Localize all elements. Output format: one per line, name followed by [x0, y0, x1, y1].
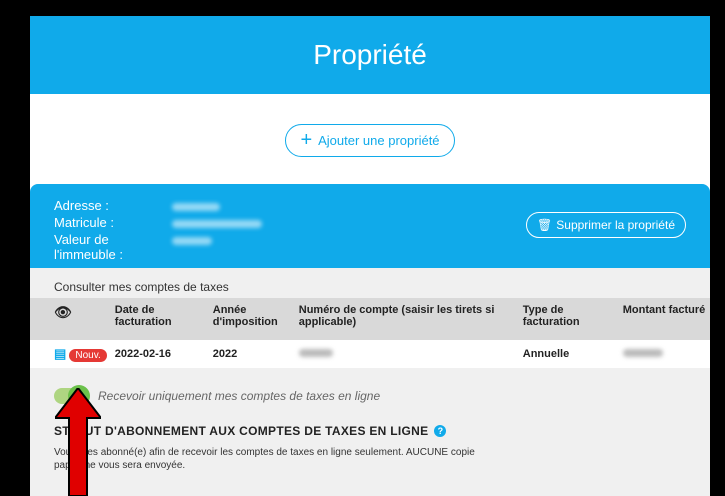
table-row[interactable]: ▤ Nouv. 2022-02-16 2022 Annuelle — [30, 340, 710, 368]
address-label: Adresse : — [54, 198, 109, 213]
eye-icon: 👁 — [54, 304, 72, 320]
matricule-label: Matricule : — [54, 215, 114, 230]
online-only-label: Recevoir uniquement mes comptes de taxes… — [98, 389, 381, 403]
amount-redacted — [622, 349, 663, 357]
col-date: Date de facturation — [114, 304, 172, 328]
table-header-row: 👁 Date de facturation Année d'imposition… — [30, 298, 710, 340]
col-type: Type de facturation — [522, 304, 580, 328]
row-year: 2022 — [208, 340, 295, 368]
delete-property-label: Supprimer la propriété — [556, 218, 675, 232]
col-account: Numéro de compte (saisir les tirets si a… — [298, 304, 495, 328]
subscription-status-text: Vous êtes abonné(e) afin de recevoir les… — [54, 447, 475, 471]
status-title-text: STATUT D'ABONNEMENT AUX COMPTES DE TAXES… — [54, 424, 429, 438]
new-badge: Nouv. — [69, 349, 107, 362]
trash-icon: 🗑 — [537, 218, 553, 232]
add-property-label: Ajouter une propriété — [318, 132, 440, 148]
delete-property-button[interactable]: 🗑 Supprimer la propriété — [526, 212, 686, 238]
info-icon[interactable]: ? — [434, 425, 447, 437]
value-redacted — [172, 237, 212, 245]
col-amount: Montant facturé — [622, 304, 706, 316]
subscription-status-title: STATUT D'ABONNEMENT AUX COMPTES DE TAXES… — [54, 424, 447, 438]
page-header: Propriété — [30, 16, 710, 94]
col-year: Année d'imposition — [212, 304, 278, 328]
row-icons: ▤ Nouv. — [30, 340, 111, 368]
address-redacted — [172, 203, 220, 211]
property-card: Adresse : Matricule : Valeur de l'immeub… — [30, 184, 710, 496]
page-title: Propriété — [313, 39, 427, 70]
bills-heading: Consulter mes comptes de taxes — [54, 280, 229, 294]
value-label: Valeur de l'immeuble : — [54, 232, 123, 262]
property-panel: Propriété + Ajouter une propriété Adress… — [30, 16, 710, 496]
add-bar: + Ajouter une propriété — [30, 94, 710, 186]
row-amount — [618, 340, 710, 368]
row-type: Annuelle — [518, 340, 619, 368]
add-property-button[interactable]: + Ajouter une propriété — [285, 123, 455, 157]
row-date: 2022-02-16 — [110, 340, 209, 368]
document-icon[interactable]: ▤ — [54, 346, 66, 361]
row-account — [294, 340, 519, 368]
account-redacted — [298, 349, 333, 357]
plus-icon: + — [300, 129, 313, 151]
online-only-toggle-row: Recevoir uniquement mes comptes de taxes… — [54, 385, 381, 407]
red-arrow-annotation — [55, 388, 101, 496]
property-info: Adresse : Matricule : Valeur de l'immeub… — [30, 184, 710, 268]
bills-table: 👁 Date de facturation Année d'imposition… — [30, 298, 710, 368]
matricule-redacted — [172, 220, 262, 228]
